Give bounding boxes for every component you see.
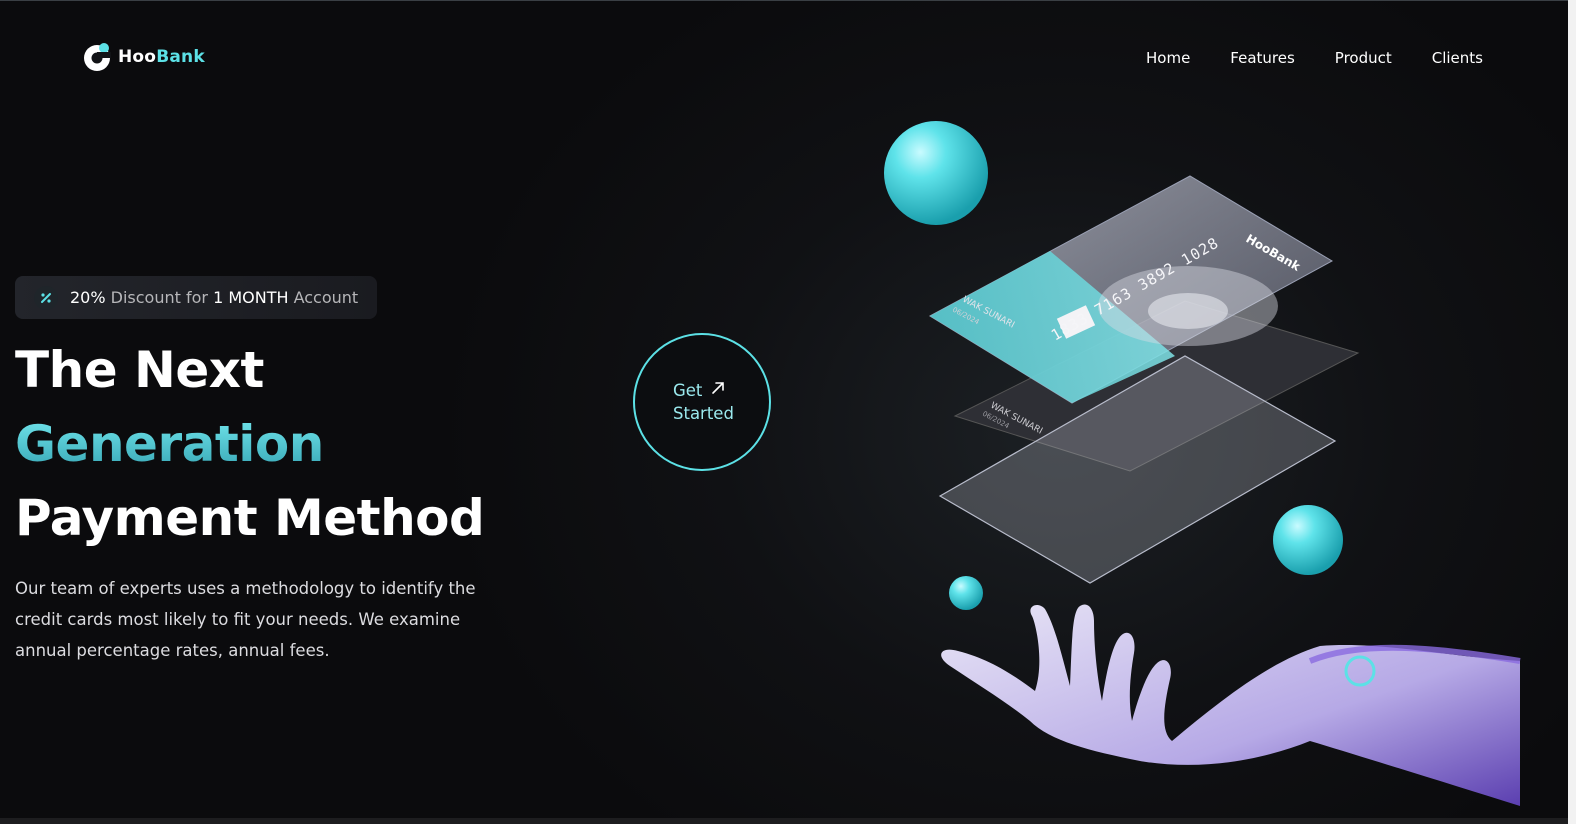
sphere-small bbox=[949, 576, 983, 610]
nav-features-link[interactable]: Features bbox=[1230, 49, 1295, 67]
discount-badge: 20% Discount for 1 MONTH Account bbox=[15, 276, 377, 319]
discount-text: 20% Discount for 1 MONTH Account bbox=[70, 288, 358, 307]
logo-icon bbox=[82, 41, 114, 73]
nav-clients-link[interactable]: Clients bbox=[1432, 49, 1483, 67]
bottom-edge bbox=[0, 818, 1568, 824]
hero-title-line3: Payment Method bbox=[15, 489, 485, 547]
logo-text-bank: Bank bbox=[156, 47, 205, 67]
logo-wordmark: HooBank bbox=[118, 47, 205, 67]
robot-hand-cards-illustration: WAK SUNARI 06/2024 1833 7163 3892 1028 W… bbox=[840, 101, 1540, 820]
right-edge bbox=[1568, 0, 1576, 824]
arrow-up-right-icon bbox=[710, 379, 726, 402]
hero-title-line2: Generation bbox=[15, 415, 324, 473]
logo-text-hoo: Hoo bbox=[118, 47, 157, 67]
main-nav: Home Features Product Clients bbox=[1146, 49, 1483, 67]
get-started-line1: Get bbox=[673, 381, 703, 400]
sphere-medium bbox=[1273, 505, 1343, 575]
get-started-button[interactable]: Get Started bbox=[633, 333, 771, 471]
discount-text-1: Discount for bbox=[105, 288, 214, 307]
sphere-large bbox=[884, 121, 988, 225]
discount-highlight: 1 MONTH bbox=[213, 288, 289, 307]
get-started-line2: Started bbox=[673, 404, 734, 423]
hero-title-line1: The Next bbox=[15, 341, 264, 399]
hero-description: Our team of experts uses a methodology t… bbox=[15, 579, 476, 660]
nav-product-link[interactable]: Product bbox=[1335, 49, 1392, 67]
nav-home-link[interactable]: Home bbox=[1146, 49, 1190, 67]
robot-hand bbox=[941, 604, 1521, 806]
discount-text-2: Account bbox=[288, 288, 359, 307]
hero-section: HooBank Home Features Product Clients 20… bbox=[0, 0, 1568, 820]
discount-icon bbox=[34, 285, 58, 310]
hoobank-logo[interactable]: HooBank bbox=[82, 41, 205, 73]
discount-percent: 20% bbox=[70, 288, 106, 307]
